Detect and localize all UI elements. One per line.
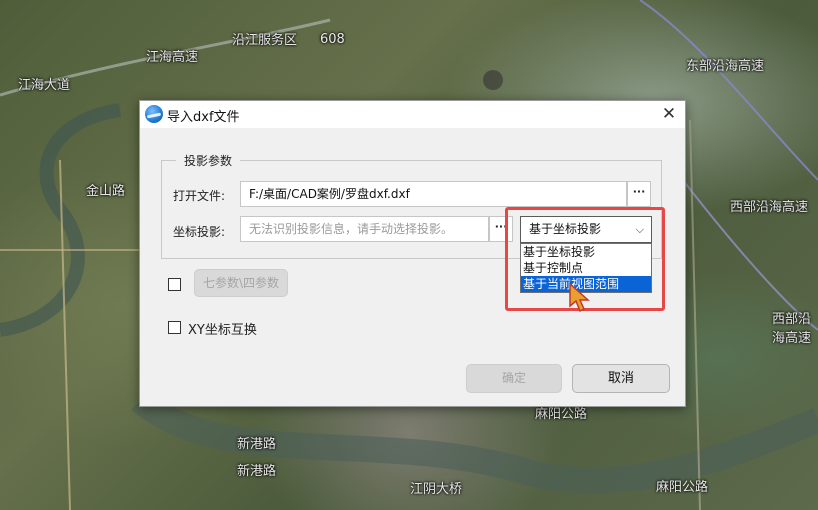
select-value: 基于坐标投影 [529, 222, 602, 236]
projection-input[interactable]: 无法识别投影信息，请手动选择投影。 [240, 216, 489, 242]
close-button[interactable]: ✕ [653, 101, 685, 128]
xy-swap-checkbox[interactable] [168, 321, 181, 334]
coord-projection-label: 坐标投影: [173, 225, 226, 239]
dialog-titlebar[interactable]: 导入dxf文件 ✕ [140, 101, 685, 128]
seven-param-button[interactable]: 七参数\四参数 [194, 269, 288, 297]
ok-button[interactable]: 确定 [466, 364, 562, 393]
group-title: 投影参数 [176, 152, 241, 169]
open-file-label: 打开文件: [173, 189, 226, 203]
file-path-input[interactable]: F:/桌面/CAD案例/罗盘dxf.dxf [240, 181, 627, 207]
map-label: 江阴大桥 [410, 482, 463, 497]
import-dxf-dialog: 导入dxf文件 ✕ 投影参数 打开文件: F:/桌面/CAD案例/罗盘dxf.d… [139, 100, 686, 407]
browse-file-button[interactable]: ··· [627, 181, 651, 207]
map-label: 东部沿海高速 [686, 59, 765, 74]
projection-mode-select[interactable]: 基于坐标投影 ⌵ [520, 216, 652, 243]
map-label: 新港路 [237, 437, 277, 452]
map-label: 西部沿海高速 [772, 312, 812, 346]
map-label: 金山路 [86, 184, 126, 199]
map-label: 麻阳公路 [656, 480, 709, 495]
map-label: 江海大道 [18, 78, 71, 93]
map-label: 西部沿海高速 [730, 200, 809, 215]
dialog-title: 导入dxf文件 [167, 110, 240, 125]
seven-param-checkbox[interactable] [168, 278, 181, 291]
app-logo-icon [145, 105, 163, 123]
mouse-cursor-icon [569, 282, 590, 313]
dropdown-option[interactable]: 基于控制点 [521, 260, 651, 276]
browse-projection-button[interactable]: ··· [489, 216, 513, 242]
map-label: 新港路 [237, 464, 277, 479]
cancel-button[interactable]: 取消 [572, 364, 670, 393]
xy-swap-label: XY坐标互换 [188, 323, 257, 338]
chevron-down-icon: ⌵ [635, 223, 644, 236]
dropdown-option[interactable]: 基于坐标投影 [521, 244, 651, 260]
map-label: 608 [320, 32, 345, 47]
map-label: 江海高速 [146, 50, 199, 65]
map-label: 沿江服务区 [232, 33, 298, 48]
